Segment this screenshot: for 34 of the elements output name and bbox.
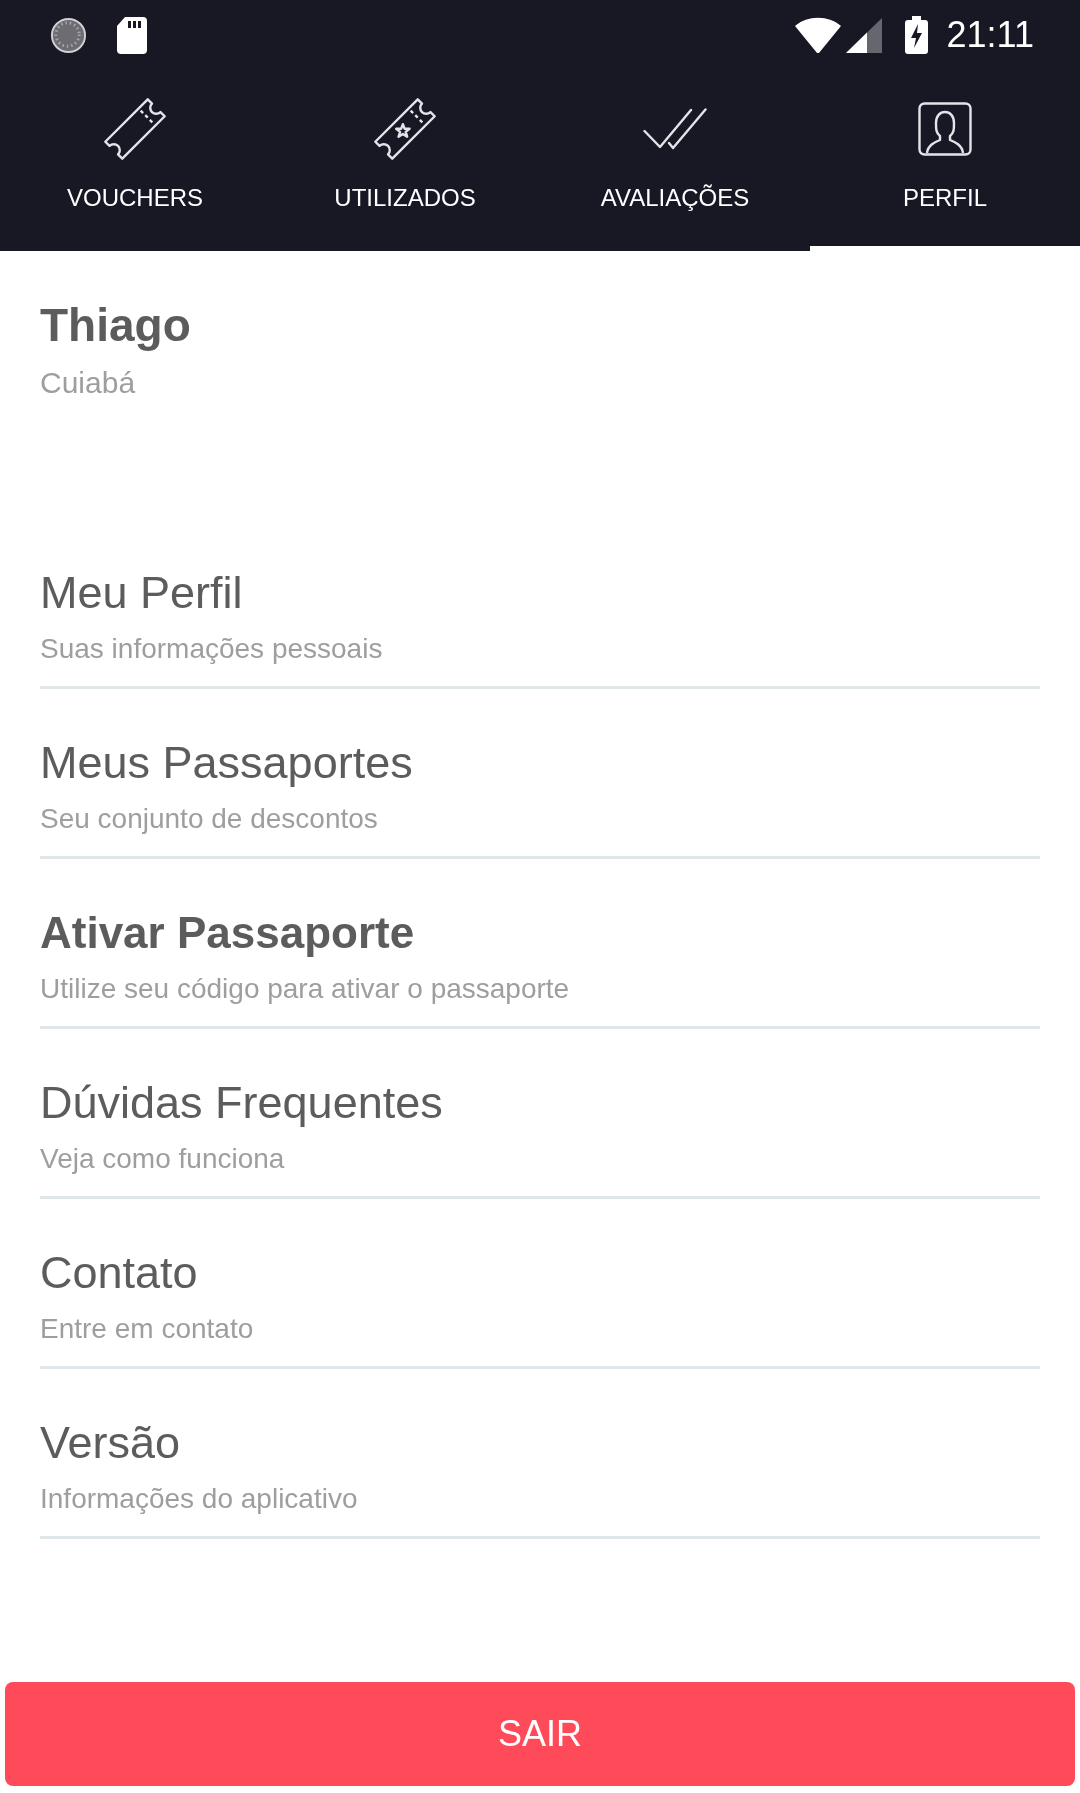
menu-item[interactable]: Ativar Passaporte Utilize seu código para ativar o passaporte xyxy=(40,859,1040,1029)
menu-item[interactable]: Meu Perfil Suas informações pessoais xyxy=(40,519,1040,689)
profile-name: Thiago xyxy=(40,298,192,353)
menu-item[interactable]: Versão Informações do aplicativo xyxy=(40,1369,1040,1539)
double-check-icon xyxy=(643,108,707,150)
ticket-star-icon xyxy=(373,97,437,161)
menu-item-title: Dúvidas Frequentes xyxy=(40,1076,444,1130)
tab[interactable]: PERFIL xyxy=(810,70,1080,251)
menu-item-subtitle: Veja como funciona xyxy=(40,1142,286,1176)
menu-item-subtitle: Utilize seu código para ativar o passaporte xyxy=(40,972,571,1006)
tab[interactable]: VOUCHERS xyxy=(0,70,270,251)
menu-item-title: Meu Perfil xyxy=(40,566,244,620)
wifi-icon xyxy=(794,17,841,53)
menu-item-title: Ativar Passaporte xyxy=(40,907,416,959)
person-frame-icon xyxy=(918,102,972,156)
menu-item[interactable]: Contato Entre em contato xyxy=(40,1199,1040,1369)
menu-item-title: Versão xyxy=(40,1416,182,1470)
sync-status-icon xyxy=(50,16,87,54)
tab[interactable]: UTILIZADOS xyxy=(270,70,540,251)
menu-item-title: Contato xyxy=(40,1246,199,1300)
menu-item-subtitle: Entre em contato xyxy=(40,1312,255,1346)
menu-item[interactable]: Meus Passaportes Seu conjunto de descontos xyxy=(40,689,1040,859)
menu-item-subtitle: Seu conjunto de descontos xyxy=(40,802,379,836)
profile-city: Cuiabá xyxy=(40,365,137,401)
signal-icon xyxy=(845,17,882,53)
battery-charging-icon xyxy=(904,16,928,54)
menu-item-title: Meus Passaportes xyxy=(40,736,414,790)
menu-item-subtitle: Informações do aplicativo xyxy=(40,1482,359,1516)
menu-item[interactable]: Dúvidas Frequentes Veja como funciona xyxy=(40,1029,1040,1199)
status-time: 21:11 xyxy=(946,15,1034,55)
menu-item-subtitle: Suas informações pessoais xyxy=(40,632,384,666)
sd-card-icon xyxy=(117,16,147,54)
tab[interactable]: AVALIAÇÕES xyxy=(540,70,810,251)
ticket-icon xyxy=(103,97,167,161)
